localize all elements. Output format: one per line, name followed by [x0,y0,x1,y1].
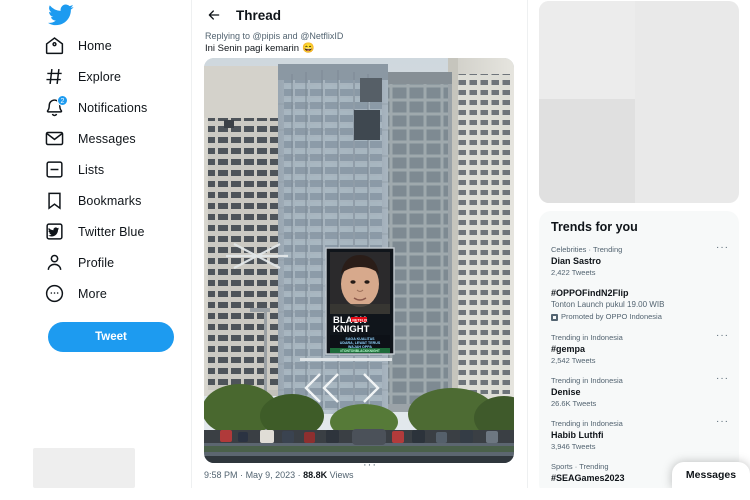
trend-name: Habib Luthfi [551,430,604,440]
os-taskbar [0,488,750,500]
tweet-metadata: 9:58 PM · May 9, 2023 · 88.8K Views [204,470,354,480]
trend-count: 26.6K Tweets [551,399,597,408]
sidebar-item-label: Explore [78,69,122,84]
svg-text:NETFLIX: NETFLIX [352,318,368,322]
tweet-date: May 9, 2023 [245,470,296,480]
messages-dock[interactable]: Messages [672,462,750,488]
trend-item-promoted[interactable]: #OPPOFindN2Flip Tonton Launch pukul 19.0… [539,283,739,328]
sidebar-item-lists[interactable]: Lists [44,154,192,185]
trends-title: Trends for you [551,220,638,234]
bookmark-icon [44,190,65,211]
twitter-bird-icon[interactable] [48,2,74,28]
placeholder-block-a [539,1,635,99]
placeholder-block-b [539,99,635,203]
home-icon [44,35,65,56]
sidebar-item-explore[interactable]: Explore [44,61,192,92]
trend-category: Celebrities · Trending [551,245,623,254]
views-count: 88.8K [303,470,328,480]
right-sidebar: Trends for you ··· Celebrities · Trendin… [529,0,750,496]
billboard-title-line2: KNIGHT [333,324,370,335]
envelope-icon [44,128,65,149]
thread-header: Thread [193,2,527,28]
tweet-body-text: Ini Senin pagi kemarin [205,43,299,54]
meta-separator-1: · [240,470,244,480]
twitter-blue-icon [44,221,65,242]
trend-more-icon[interactable]: ··· [716,374,729,384]
more-circle-icon [44,283,65,304]
svg-text:#TONTONBLACKKNIGHT: #TONTONBLACKKNIGHT [340,349,380,353]
messages-dock-label: Messages [685,469,737,481]
bell-icon: 2 [44,95,68,118]
trend-subtitle: Tonton Launch pukul 19.00 WIB [551,300,665,309]
trend-count: 2,422 Tweets [551,268,596,277]
sidebar-item-label: Notifications [78,100,148,115]
tweet-body: Ini Senin pagi kemarin 😄 [193,41,527,54]
sidebar-item-label: Home [78,38,112,53]
trend-name: #OPPOFindN2Flip [551,288,629,298]
trend-category: Trending in Indonesia [551,419,623,428]
sidebar-item-label: Messages [78,131,136,146]
trend-count: 3,946 Tweets [551,442,596,451]
trend-name: #gempa [551,344,586,354]
sidebar-item-messages[interactable]: Messages [44,123,192,154]
person-icon [44,252,65,273]
sidebar-item-profile[interactable]: Profile [44,247,192,278]
trend-category: Trending in Indonesia [551,376,623,385]
account-placeholder [33,448,135,488]
twitter-web-app: Home Explore 2 Notifications Messages Li… [0,0,750,500]
sidebar-item-label: Bookmarks [78,193,142,208]
loading-placeholder [539,1,739,203]
sidebar-item-label: Twitter Blue [78,224,145,239]
tweet-time: 9:58 PM [204,470,238,480]
replying-to-text: Replying to @pipis and @NetflixID [205,31,344,41]
views-label: Views [329,470,354,480]
sidebar-item-label: More [78,286,107,301]
sidebar-item-twitter-blue[interactable]: Twitter Blue [44,216,192,247]
promoted-ad-icon [551,313,558,321]
sidebar-item-bookmarks[interactable]: Bookmarks [44,185,192,216]
notifications-badge: 2 [57,95,68,106]
trends-card: Trends for you ··· Celebrities · Trendin… [539,211,739,496]
sidebar-item-notifications[interactable]: 2 Notifications [44,92,192,123]
trend-name: Dian Sastro [551,256,602,266]
tweet-button[interactable]: Tweet [48,322,174,352]
more-dots-icon[interactable]: ··· [363,460,377,471]
grinning-emoji-icon: 😄 [302,43,315,54]
list-icon [44,159,65,180]
meta-separator-2: · [297,470,301,480]
tweet-photo[interactable]: BLACK KNIGHT NETFLIX SAGA KUALITAS UDARA… [204,58,514,463]
trend-item[interactable]: ··· Celebrities · Trending Dian Sastro 2… [539,240,739,283]
trend-name: Denise [551,387,581,397]
left-sidebar: Home Explore 2 Notifications Messages Li… [0,0,192,488]
hashtag-icon [44,66,65,87]
sidebar-item-more[interactable]: More [44,278,192,309]
trend-count: 2,542 Tweets [551,356,596,365]
sidebar-item-label: Profile [78,255,115,270]
promoted-label: Promoted by OPPO Indonesia [561,312,662,321]
trend-more-icon[interactable]: ··· [716,243,729,253]
nav-list: Home Explore 2 Notifications Messages Li… [44,30,192,309]
back-arrow-icon[interactable] [205,7,222,24]
trend-more-icon[interactable]: ··· [716,417,729,427]
sidebar-item-home[interactable]: Home [44,30,192,61]
trend-more-icon[interactable]: ··· [716,331,729,341]
trend-category: Trending in Indonesia [551,333,623,342]
trend-item[interactable]: ··· Trending in Indonesia Habib Luthfi 3… [539,414,739,457]
sidebar-item-label: Lists [78,162,105,177]
trend-item[interactable]: ··· Trending in Indonesia #gempa 2,542 T… [539,328,739,371]
thread-column: Thread Replying to @pipis and @NetflixID… [193,0,528,488]
page-title: Thread [236,7,282,23]
promoted-row: Promoted by OPPO Indonesia [551,311,727,323]
trend-item[interactable]: ··· Trending in Indonesia Denise 26.6K T… [539,371,739,414]
